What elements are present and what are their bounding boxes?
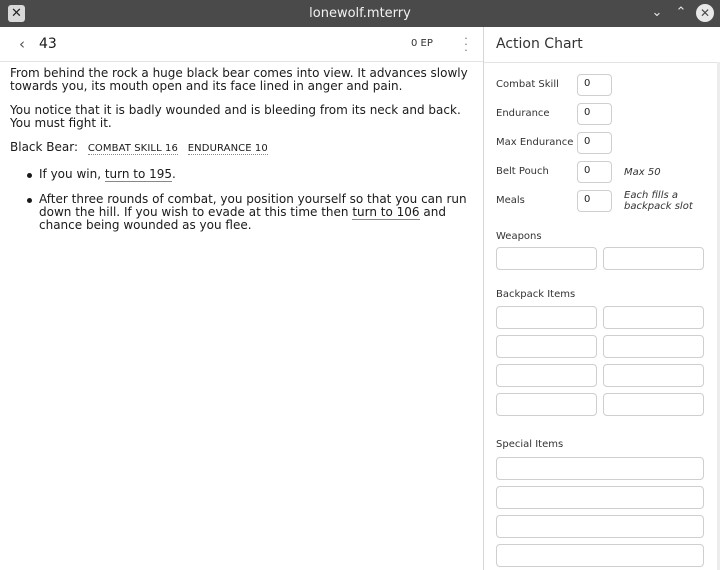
story-paragraph-2: You notice that it is badly wounded and … bbox=[10, 103, 461, 130]
window-title: lonewolf.mterry bbox=[309, 6, 411, 21]
backpack-slot-4[interactable] bbox=[603, 335, 704, 358]
minimize-icon[interactable]: ⌄ bbox=[648, 3, 666, 23]
title-bar: ✕ lonewolf.mterry ⌄ ⌃ ✕ bbox=[0, 0, 720, 27]
special-items-label: Special Items bbox=[496, 439, 564, 450]
back-chevron-icon[interactable]: ‹ bbox=[14, 35, 30, 53]
max-endurance-label: Max Endurance bbox=[496, 137, 574, 148]
section-number: 43 bbox=[39, 36, 57, 52]
backpack-slot-8[interactable] bbox=[603, 393, 704, 416]
action-chart-separator bbox=[484, 62, 720, 63]
story-text: From behind the rock a huge black bear c… bbox=[10, 67, 480, 244]
close-icon[interactable]: ✕ bbox=[696, 4, 714, 22]
choice-text: If you win, bbox=[39, 167, 105, 181]
meals-field[interactable]: 0 bbox=[577, 190, 612, 212]
choice-list: If you win, turn to 195. After three rou… bbox=[27, 167, 480, 232]
backpack-items-label: Backpack Items bbox=[496, 289, 576, 300]
max-endurance-field[interactable]: 0 bbox=[577, 132, 612, 154]
special-item-slot-3[interactable] bbox=[496, 515, 704, 538]
special-item-slot-4[interactable] bbox=[496, 544, 704, 567]
window-controls: ⌄ ⌃ ✕ bbox=[648, 3, 714, 23]
enemy-stats: Black Bear: COMBAT SKILL 16 ENDURANCE 10 bbox=[10, 141, 480, 155]
combat-skill-field[interactable]: 0 bbox=[577, 74, 612, 96]
belt-pouch-note: Max 50 bbox=[624, 167, 661, 178]
app-icon: ✕ bbox=[8, 5, 25, 22]
enemy-combat-skill[interactable]: COMBAT SKILL 16 bbox=[87, 143, 178, 155]
combat-skill-label: Combat Skill bbox=[496, 79, 559, 90]
story-paragraph-1: From behind the rock a huge black bear c… bbox=[10, 66, 468, 93]
special-item-slot-1[interactable] bbox=[496, 457, 704, 480]
backpack-slot-7[interactable] bbox=[496, 393, 597, 416]
weapon-slot-2[interactable] bbox=[603, 247, 704, 270]
story-pane: ‹ 43 0 EP · · · From behind the rock a hug… bbox=[0, 27, 483, 570]
meals-label: Meals bbox=[496, 195, 525, 206]
menu-icon[interactable]: · · · bbox=[462, 33, 470, 56]
meals-note: Each fills a backpack slot bbox=[624, 190, 693, 212]
action-chart-pane: Action Chart Combat Skill 0 Endurance 0 … bbox=[484, 27, 720, 570]
choice-item: After three rounds of combat, you positi… bbox=[27, 193, 480, 232]
belt-pouch-field[interactable]: 0 bbox=[577, 161, 612, 183]
choice-text-end: . bbox=[172, 167, 176, 181]
enemy-endurance[interactable]: ENDURANCE 10 bbox=[187, 143, 268, 155]
ep-counter[interactable]: 0 EP bbox=[411, 38, 433, 49]
backpack-slot-6[interactable] bbox=[603, 364, 704, 387]
action-chart-title: Action Chart bbox=[496, 36, 583, 52]
enemy-name: Black Bear: bbox=[10, 140, 79, 154]
choice-item: If you win, turn to 195. bbox=[27, 167, 480, 182]
belt-pouch-label: Belt Pouch bbox=[496, 166, 549, 177]
backpack-slot-2[interactable] bbox=[603, 306, 704, 329]
endurance-field[interactable]: 0 bbox=[577, 103, 612, 125]
backpack-slot-5[interactable] bbox=[496, 364, 597, 387]
special-item-slot-2[interactable] bbox=[496, 486, 704, 509]
backpack-slot-1[interactable] bbox=[496, 306, 597, 329]
maximize-icon[interactable]: ⌃ bbox=[672, 3, 690, 23]
turn-to-106-link[interactable]: turn to 106 bbox=[352, 205, 420, 220]
backpack-slot-3[interactable] bbox=[496, 335, 597, 358]
endurance-label: Endurance bbox=[496, 108, 550, 119]
weapons-label: Weapons bbox=[496, 231, 542, 242]
story-header: ‹ 43 0 EP · · · bbox=[0, 27, 483, 62]
turn-to-195-link[interactable]: turn to 195 bbox=[104, 167, 173, 182]
weapon-slot-1[interactable] bbox=[496, 247, 597, 270]
